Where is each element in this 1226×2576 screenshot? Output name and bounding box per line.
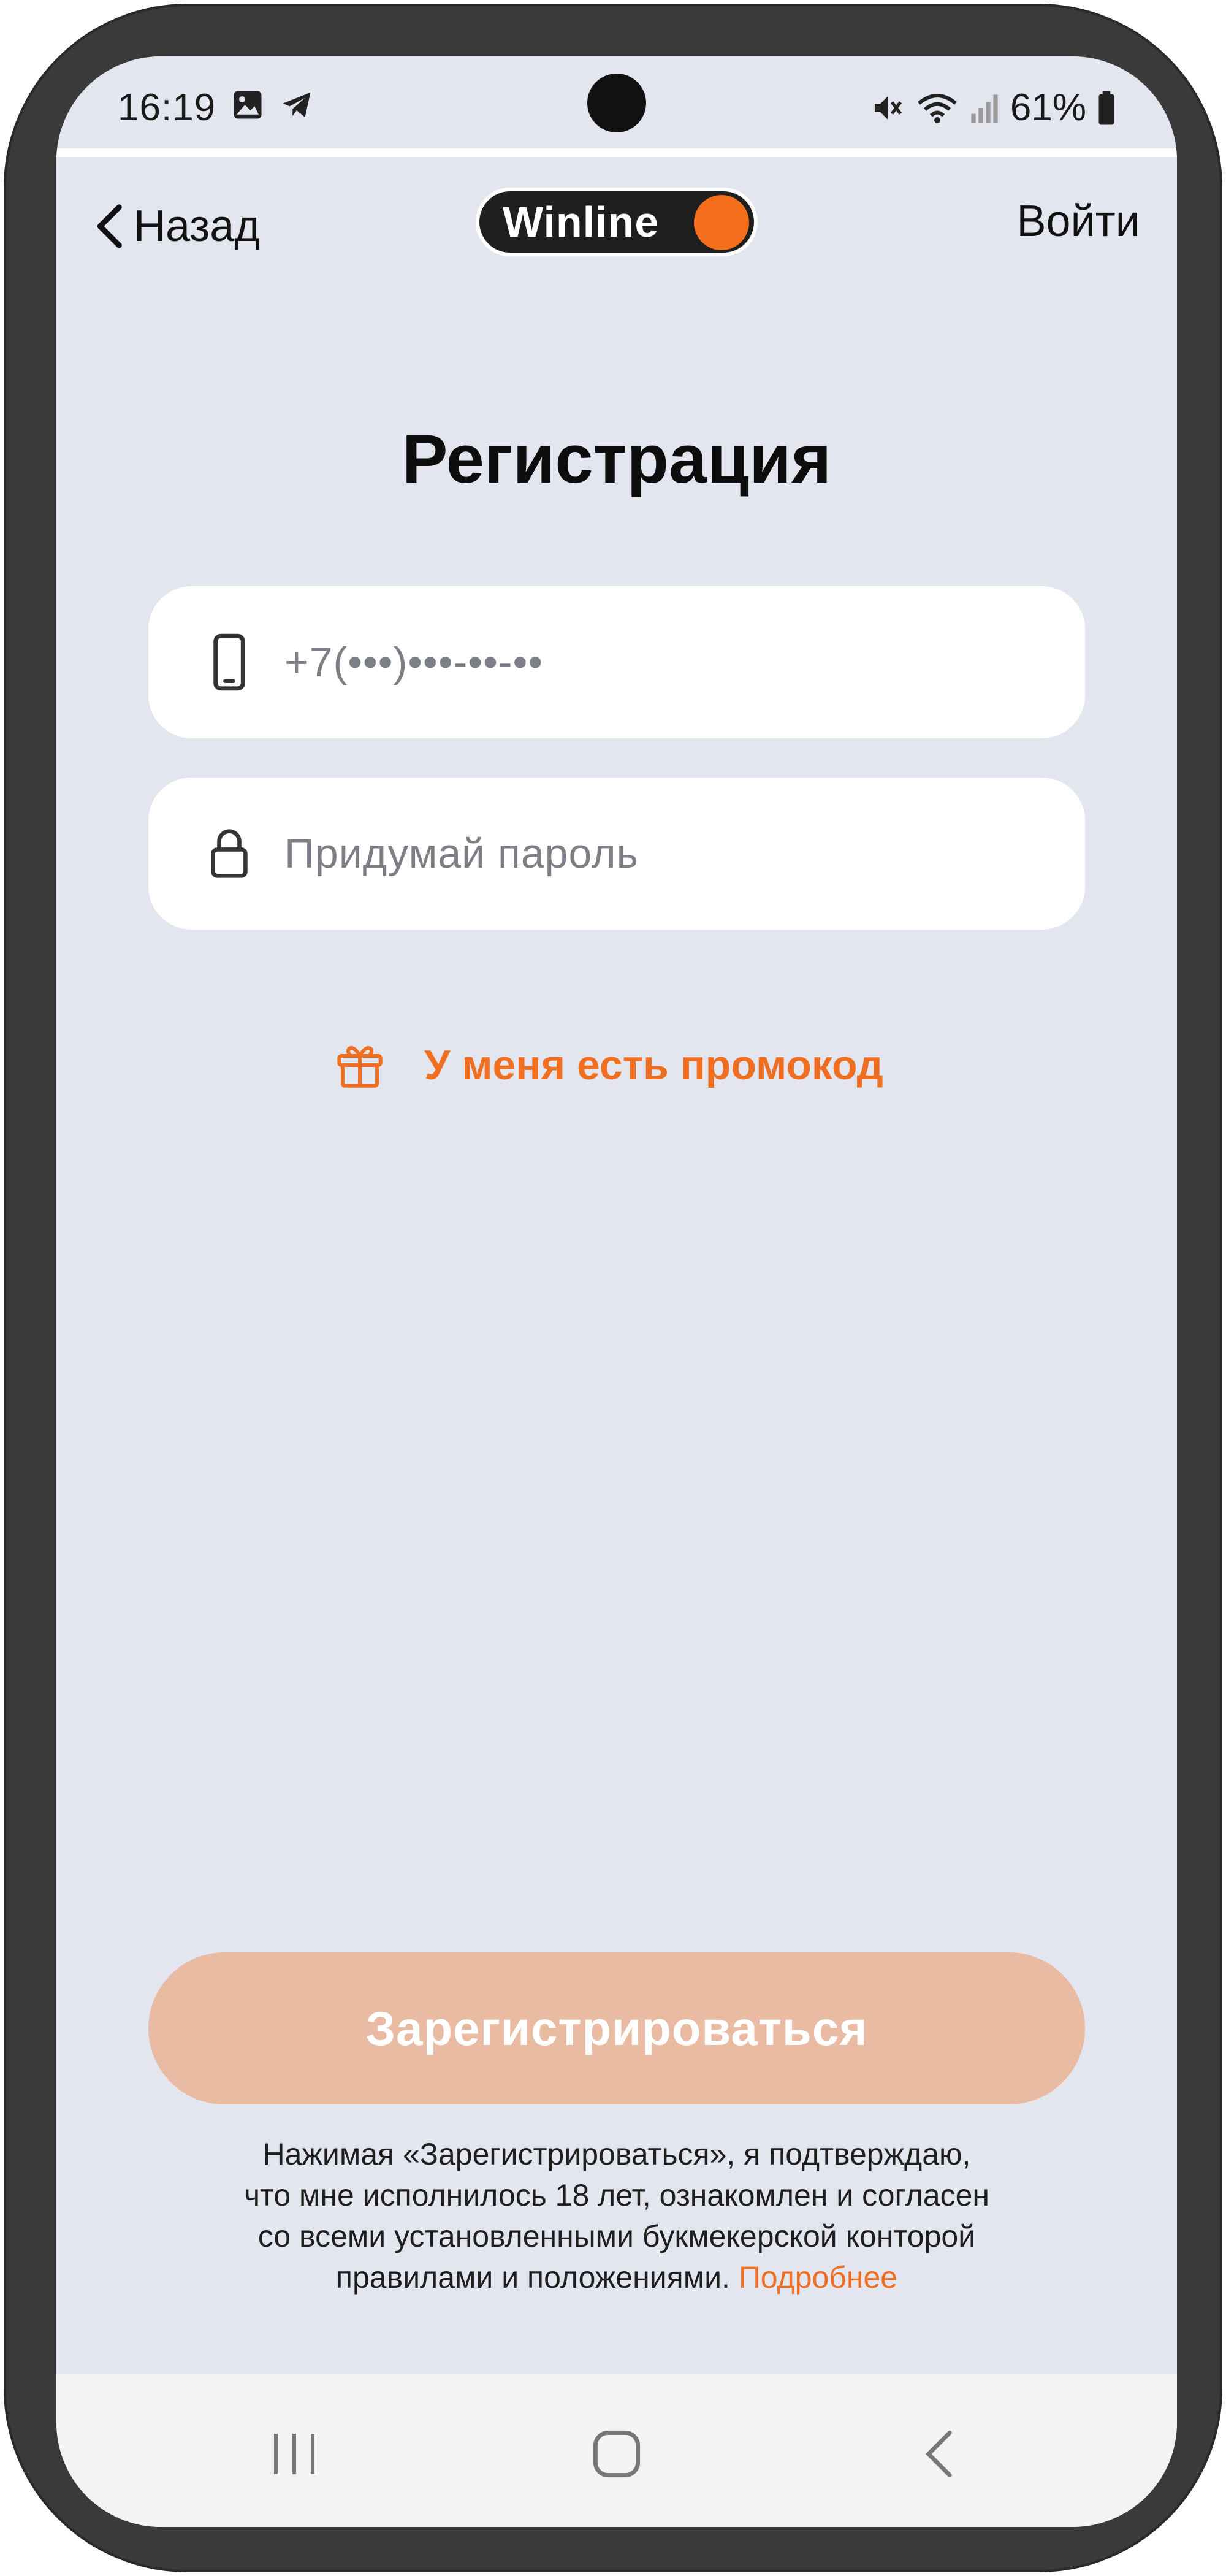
password-field[interactable]: Придумай пароль [148, 778, 1085, 930]
back-label: Назад [134, 202, 261, 251]
back-button[interactable]: Назад [93, 201, 260, 251]
password-placeholder: Придумай пароль [284, 830, 639, 877]
system-nav-bar [56, 2374, 1177, 2527]
phone-placeholder: +7(•••)•••-••-•• [284, 639, 544, 686]
mute-icon [874, 96, 902, 120]
disclaimer-line-3: со всеми установленными букмекерской кон… [257, 2219, 976, 2253]
disclaimer-line-1: Нажимая «Зарегистрироваться», я подтверж… [262, 2137, 971, 2171]
signal-icon [971, 94, 998, 123]
more-info-link[interactable]: Подробнее [739, 2260, 897, 2295]
logo-dot [694, 195, 749, 250]
chevron-left-icon [97, 204, 122, 248]
page-title: Регистрация [402, 421, 832, 497]
winline-logo: Winline [476, 188, 758, 256]
promo-label: У меня есть промокод [424, 1042, 883, 1088]
status-icons-right: 61% [870, 86, 1116, 129]
login-button[interactable]: Войти [1017, 196, 1140, 247]
disclaimer-line-4-text: правилами и положениями. [335, 2260, 730, 2295]
disclaimer-line-2: что мне исполнилось 18 лет, ознакомлен и… [243, 2178, 990, 2212]
disclaimer-line-4: правилами и положениями. Подробнее [179, 2257, 1054, 2298]
status-bar: 16:19 61% [56, 56, 1177, 148]
phone-frame: 16:19 61% Назад Winline Войти Регистраци… [4, 4, 1222, 2572]
battery-icon [1098, 91, 1114, 124]
register-button[interactable]: Зарегистрироваться [148, 1952, 1085, 2104]
wifi-icon [917, 93, 957, 123]
phone-field[interactable]: +7(•••)•••-••-•• [148, 586, 1085, 738]
screen: 16:19 61% Назад Winline Войти Регистраци… [56, 56, 1177, 2527]
promo-code-link[interactable]: У меня есть промокод [332, 1038, 883, 1093]
front-camera [587, 74, 646, 132]
back-nav-icon[interactable] [902, 2417, 976, 2491]
legal-disclaimer: Нажимая «Зарегистрироваться», я подтверж… [179, 2134, 1054, 2298]
telegram-icon [283, 92, 311, 118]
home-icon[interactable] [580, 2417, 653, 2491]
status-icons-left [231, 88, 314, 121]
recent-apps-icon[interactable] [257, 2417, 331, 2491]
status-time: 16:19 [118, 86, 216, 129]
lock-icon [205, 820, 254, 887]
status-divider [56, 148, 1177, 157]
gallery-icon [234, 91, 262, 119]
battery-percent: 61% [1010, 86, 1086, 129]
gift-icon [337, 1046, 383, 1088]
phone-icon [205, 629, 254, 696]
logo-text: Winline [503, 198, 660, 246]
